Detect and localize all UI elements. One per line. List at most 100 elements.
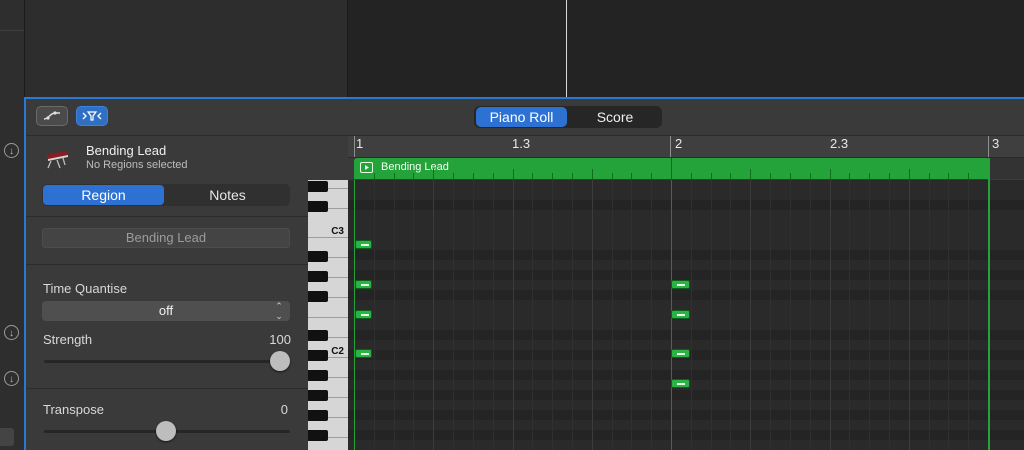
left-track-strip: ↓ ↓ ↓ [0,0,25,450]
bar-marker: 2.3 [830,136,849,151]
beat-gridline [750,180,751,450]
black-key[interactable] [308,330,328,341]
black-key[interactable] [308,271,328,282]
region-tick [849,173,850,179]
keyboard-corner [308,136,348,180]
midi-note[interactable] [355,280,372,289]
subdivision-gridline [631,180,632,450]
arrow-down-circle-icon[interactable]: ↓ [4,371,19,386]
timeline-ruler[interactable]: 1 1.3 2 2.3 3 [348,136,1024,158]
black-key[interactable] [308,390,328,401]
region-tick [493,173,494,179]
beat-gridline [592,180,593,450]
curve-icon[interactable] [36,106,68,126]
midi-note[interactable] [355,349,372,358]
beat-gridline [830,180,831,450]
region-inspector: Bending Lead No Regions selected Region … [26,136,308,450]
track-name: Bending Lead [86,143,167,158]
funnel-filter-icon[interactable] [76,106,108,126]
strength-value: 100 [269,332,291,347]
strip-control[interactable] [0,428,14,446]
key-label-c2: C2 [331,346,344,357]
strength-label: Strength [43,332,93,347]
beat-gridline [433,180,434,450]
tab-score[interactable]: Score [570,107,660,127]
divider [26,216,308,217]
region-tick [691,173,692,179]
black-key[interactable] [308,350,328,361]
region-tick [473,173,474,179]
region-tick [552,173,553,179]
region-tick [433,169,434,179]
strength-slider-track[interactable] [44,360,290,363]
region-tick [830,169,831,179]
beat-gridline [513,180,514,450]
black-key[interactable] [308,251,328,262]
region-tick [631,173,632,179]
tab-piano-roll[interactable]: Piano Roll [476,107,567,127]
time-quantise-select[interactable]: off ⌃ ⌄ [42,301,290,321]
black-key[interactable] [308,430,328,441]
time-quantise-value: off [158,303,174,318]
black-key[interactable] [308,370,328,381]
region-tick [572,173,573,179]
arrow-down-circle-icon[interactable]: ↓ [4,325,19,340]
region-tick [453,173,454,179]
region-name-field[interactable]: Bending Lead [42,228,290,248]
region-header[interactable]: Bending Lead [354,158,989,179]
keyboard-instrument-icon [43,146,71,170]
track-header-area [25,0,348,97]
beat-gridline [909,180,910,450]
bar-marker: 1.3 [512,136,531,151]
black-key[interactable] [308,181,328,192]
piano-keyboard[interactable]: C3 C2 [308,180,348,450]
region-title: Bending Lead [381,161,449,173]
strength-slider-knob[interactable] [270,351,290,371]
subdivision-gridline [929,180,930,450]
region-tick [790,173,791,179]
subdivision-gridline [532,180,533,450]
midi-note[interactable] [355,310,372,319]
region-tick [374,173,375,179]
midi-note[interactable] [671,349,690,358]
subdivision-gridline [572,180,573,450]
midi-note[interactable] [671,379,690,388]
subdivision-gridline [730,180,731,450]
subdivision-gridline [413,180,414,450]
black-key[interactable] [308,410,328,421]
playhead[interactable] [566,0,567,97]
black-key[interactable] [308,201,328,212]
subdivision-gridline [711,180,712,450]
midi-note[interactable] [671,280,690,289]
subdivision-gridline [453,180,454,450]
divider [26,264,308,265]
black-key[interactable] [308,291,328,302]
region-tick [770,173,771,179]
subdivision-gridline [612,180,613,450]
region-tick [929,173,930,179]
tab-region[interactable]: Region [43,185,164,205]
region-tick [592,169,593,179]
transpose-slider-knob[interactable] [156,421,176,441]
region-tick [651,173,652,179]
region-end-marker[interactable] [988,158,990,450]
region-tick [948,173,949,179]
region-tick [394,173,395,179]
subdivision-gridline [770,180,771,450]
region-tick [968,173,969,179]
midi-note[interactable] [671,310,690,319]
tab-notes[interactable]: Notes [166,185,289,205]
region-tick [750,169,751,179]
key-label-c3: C3 [331,226,344,237]
region-tick [810,173,811,179]
arrow-down-circle-icon[interactable]: ↓ [4,143,19,158]
subdivision-gridline [394,180,395,450]
region-tick [711,173,712,179]
region-header-empty [990,158,1024,179]
inspector-segmented-control: Region Notes [42,184,290,206]
bar-marker: 1 [356,136,364,151]
midi-note[interactable] [355,240,372,249]
tracks-area[interactable] [348,0,1024,97]
region-tick [869,173,870,179]
transpose-label: Transpose [43,402,104,417]
